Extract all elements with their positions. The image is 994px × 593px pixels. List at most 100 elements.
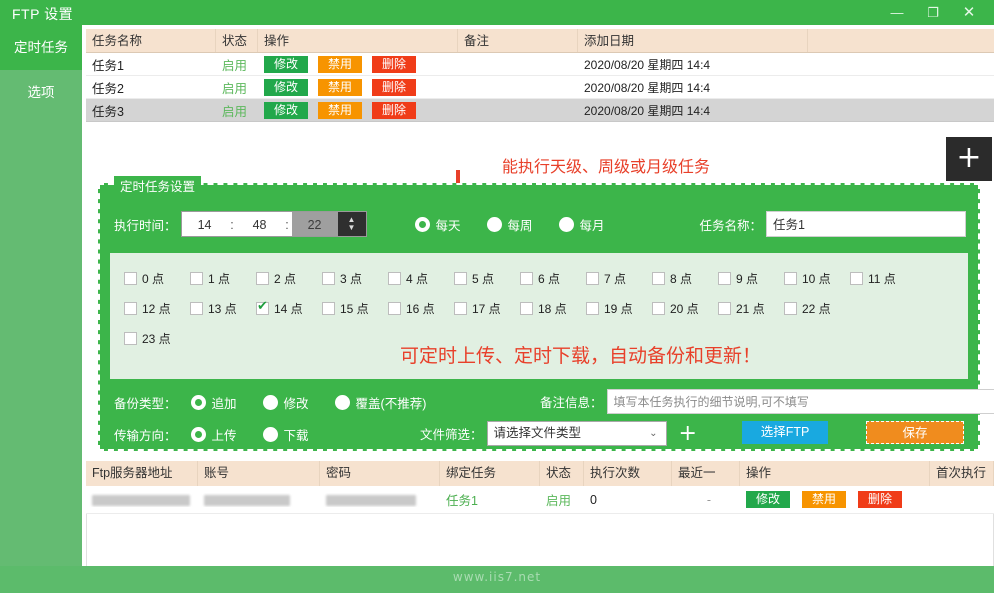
checkbox-hour-3-box[interactable] <box>322 272 335 285</box>
second-field[interactable]: 22 <box>292 212 338 236</box>
radio-daily-icon[interactable] <box>415 217 430 232</box>
checkbox-hour-17[interactable]: 17 点 <box>454 300 520 317</box>
radio-backup-modify-icon[interactable] <box>263 395 278 410</box>
checkbox-hour-9[interactable]: 9 点 <box>718 270 784 287</box>
checkbox-hour-0[interactable]: 0 点 <box>124 270 190 287</box>
delete-button[interactable]: 删除 <box>372 102 416 119</box>
remark-input[interactable]: 填写本任务执行的细节说明,可不填写 <box>607 389 994 414</box>
checkbox-hour-15[interactable]: 15 点 <box>322 300 388 317</box>
checkbox-hour-7[interactable]: 7 点 <box>586 270 652 287</box>
checkbox-hour-10[interactable]: 10 点 <box>784 270 850 287</box>
radio-backup-overwrite-icon[interactable] <box>335 395 350 410</box>
annotation-feature-note: 可定时上传、定时下载，自动备份和更新！ <box>400 341 761 368</box>
checkbox-hour-20[interactable]: 20 点 <box>652 300 718 317</box>
checkbox-hour-18-box[interactable] <box>520 302 533 315</box>
spinner-arrows[interactable]: ▲ ▼ <box>338 212 366 236</box>
table-row[interactable]: 任务1 启用 0 - 修改 禁用 删除 <box>86 486 994 514</box>
sidebar-item-scheduled-tasks[interactable]: 定时任务 <box>0 25 82 70</box>
delete-button[interactable]: 删除 <box>372 56 416 73</box>
checkbox-hour-14[interactable]: 14 点 <box>256 300 322 317</box>
checkbox-hour-23-box[interactable] <box>124 332 137 345</box>
radio-daily[interactable]: 每天 <box>415 215 461 234</box>
radio-upload-icon[interactable] <box>191 427 206 442</box>
spinner-down-icon[interactable]: ▼ <box>348 224 356 232</box>
add-filter-button[interactable]: + <box>679 423 697 445</box>
checkbox-hour-5-box[interactable] <box>454 272 467 285</box>
checkbox-hour-12[interactable]: 12 点 <box>124 300 190 317</box>
sidebar-item-options[interactable]: 选项 <box>0 70 82 115</box>
checkbox-hour-22-box[interactable] <box>784 302 797 315</box>
checkbox-hour-23[interactable]: 23 点 <box>124 330 190 347</box>
checkbox-hour-21[interactable]: 21 点 <box>718 300 784 317</box>
disable-button[interactable]: 禁用 <box>318 56 362 73</box>
time-spinner[interactable]: 14 : 48 : 22 ▲ ▼ <box>181 211 367 237</box>
close-icon[interactable]: ✕ <box>950 0 988 25</box>
table-row[interactable]: 任务2 启用 修改 禁用 删除 2020/08/20 星期四 14:4 <box>86 76 994 99</box>
radio-weekly-icon[interactable] <box>487 217 502 232</box>
checkbox-hour-8-box[interactable] <box>652 272 665 285</box>
checkbox-hour-1[interactable]: 1 点 <box>190 270 256 287</box>
disable-button[interactable]: 禁用 <box>318 79 362 96</box>
radio-download-icon[interactable] <box>263 427 278 442</box>
hour-field[interactable]: 14 <box>182 212 228 236</box>
edit-button[interactable]: 修改 <box>264 79 308 96</box>
delete-button[interactable]: 删除 <box>372 79 416 96</box>
edit-button[interactable]: 修改 <box>264 56 308 73</box>
checkbox-hour-20-box[interactable] <box>652 302 665 315</box>
checkbox-hour-3[interactable]: 3 点 <box>322 270 388 287</box>
checkbox-hour-19-box[interactable] <box>586 302 599 315</box>
radio-upload[interactable]: 上传 <box>191 425 237 444</box>
radio-weekly[interactable]: 每周 <box>487 215 533 234</box>
select-ftp-button[interactable]: 选择FTP <box>742 421 828 444</box>
radio-backup-modify[interactable]: 修改 <box>263 393 309 412</box>
minute-field[interactable]: 48 <box>237 212 283 236</box>
chevron-down-icon[interactable]: ⌄ <box>649 421 665 446</box>
add-task-button[interactable]: + <box>946 137 992 181</box>
checkbox-hour-2-box[interactable] <box>256 272 269 285</box>
checkbox-hour-15-box[interactable] <box>322 302 335 315</box>
checkbox-hour-10-box[interactable] <box>784 272 797 285</box>
checkbox-hour-21-box[interactable] <box>718 302 731 315</box>
checkbox-hour-5[interactable]: 5 点 <box>454 270 520 287</box>
delete-button[interactable]: 删除 <box>858 491 902 508</box>
checkbox-hour-9-box[interactable] <box>718 272 731 285</box>
radio-monthly-icon[interactable] <box>559 217 574 232</box>
checkbox-hour-6-box[interactable] <box>520 272 533 285</box>
disable-button[interactable]: 禁用 <box>802 491 846 508</box>
checkbox-hour-6[interactable]: 6 点 <box>520 270 586 287</box>
checkbox-hour-1-box[interactable] <box>190 272 203 285</box>
checkbox-hour-16[interactable]: 16 点 <box>388 300 454 317</box>
checkbox-hour-16-box[interactable] <box>388 302 401 315</box>
checkbox-hour-11-box[interactable] <box>850 272 863 285</box>
checkbox-hour-13[interactable]: 13 点 <box>190 300 256 317</box>
checkbox-hour-4-box[interactable] <box>388 272 401 285</box>
edit-button[interactable]: 修改 <box>746 491 790 508</box>
checkbox-hour-17-box[interactable] <box>454 302 467 315</box>
table-row[interactable]: 任务3 启用 修改 禁用 删除 2020/08/20 星期四 14:4 <box>86 99 994 122</box>
checkbox-hour-7-box[interactable] <box>586 272 599 285</box>
file-filter-select[interactable]: 请选择文件类型 ⌄ <box>487 421 667 446</box>
checkbox-hour-14-box[interactable] <box>256 302 269 315</box>
maximize-icon[interactable]: ❐ <box>914 0 952 25</box>
radio-backup-append[interactable]: 追加 <box>191 393 237 412</box>
checkbox-hour-2[interactable]: 2 点 <box>256 270 322 287</box>
checkbox-hour-11[interactable]: 11 点 <box>850 270 916 287</box>
radio-download[interactable]: 下载 <box>263 425 309 444</box>
checkbox-hour-8[interactable]: 8 点 <box>652 270 718 287</box>
radio-backup-append-icon[interactable] <box>191 395 206 410</box>
save-button[interactable]: 保存 <box>866 421 964 444</box>
radio-backup-overwrite[interactable]: 覆盖(不推荐) <box>335 393 427 412</box>
checkbox-hour-12-box[interactable] <box>124 302 137 315</box>
minimize-icon[interactable]: — <box>878 0 916 25</box>
checkbox-hour-18[interactable]: 18 点 <box>520 300 586 317</box>
table-row[interactable]: 任务1 启用 修改 禁用 删除 2020/08/20 星期四 14:4 <box>86 53 994 76</box>
checkbox-hour-0-box[interactable] <box>124 272 137 285</box>
checkbox-hour-22[interactable]: 22 点 <box>784 300 850 317</box>
edit-button[interactable]: 修改 <box>264 102 308 119</box>
checkbox-hour-4[interactable]: 4 点 <box>388 270 454 287</box>
disable-button[interactable]: 禁用 <box>318 102 362 119</box>
checkbox-hour-19[interactable]: 19 点 <box>586 300 652 317</box>
radio-monthly[interactable]: 每月 <box>559 215 605 234</box>
task-name-input[interactable]: 任务1 <box>766 211 966 237</box>
checkbox-hour-13-box[interactable] <box>190 302 203 315</box>
